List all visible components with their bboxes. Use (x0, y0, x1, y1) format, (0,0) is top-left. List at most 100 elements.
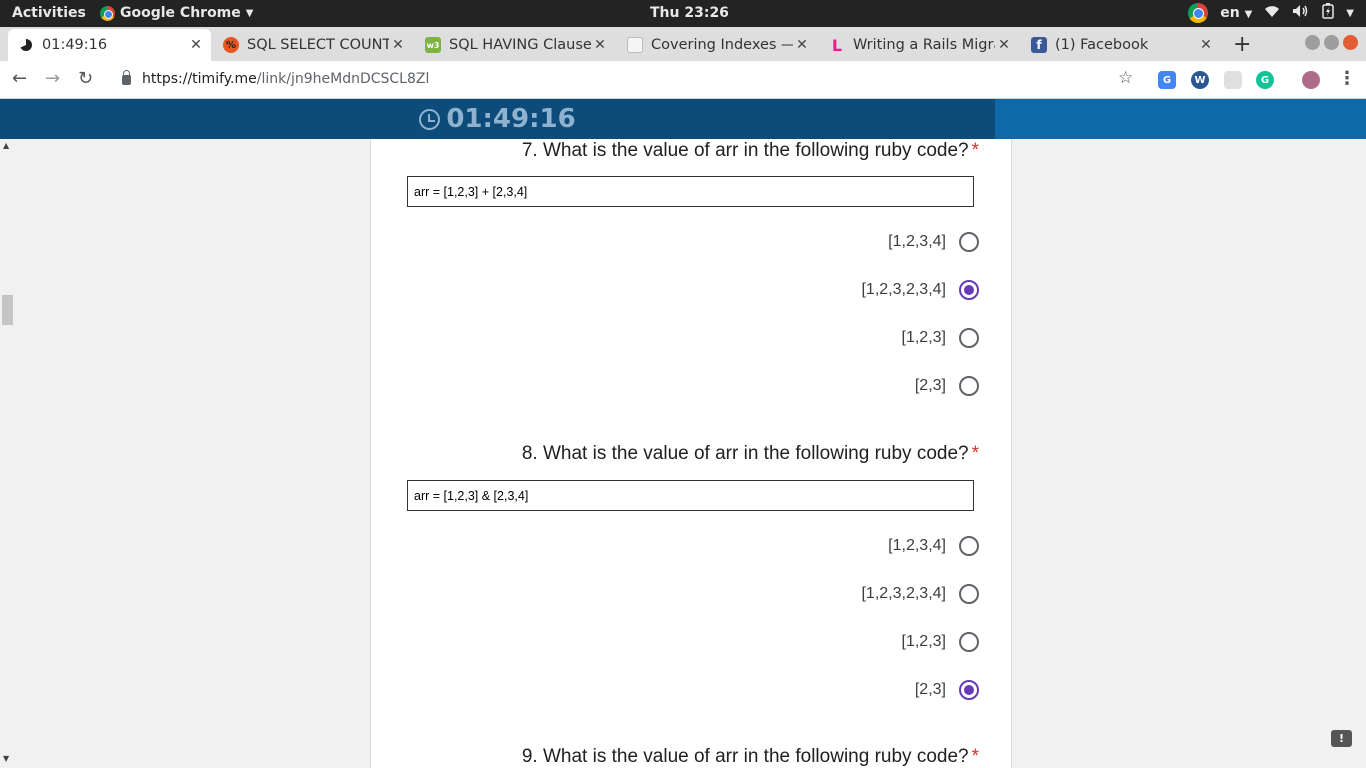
radio-button-selected[interactable] (959, 280, 979, 300)
option-label: [2,3] (914, 681, 946, 698)
tab-title: (1) Facebook (1055, 37, 1149, 53)
back-arrow-icon[interactable]: ← (12, 68, 27, 89)
app-menu[interactable]: Google Chrome ▼ (100, 5, 253, 21)
radio-button[interactable] (959, 376, 979, 396)
close-icon[interactable]: ✕ (793, 37, 811, 53)
answer-option[interactable]: [1,2,3,4] (888, 230, 979, 254)
google-translate-icon[interactable]: G (1158, 71, 1176, 89)
chevron-down-icon: ▼ (245, 7, 254, 19)
timer-bar: 01:49:16 (0, 99, 995, 139)
wifi-icon[interactable] (1264, 4, 1280, 22)
answer-option[interactable]: [1,2,3,4] (888, 534, 979, 558)
answer-option[interactable]: [1,2,3,2,3,4] (861, 278, 979, 302)
close-window-button[interactable] (1343, 35, 1358, 50)
option-label: [2,3] (914, 377, 946, 394)
close-icon[interactable]: ✕ (995, 37, 1013, 53)
option-label: [1,2,3,2,3,4] (861, 585, 946, 602)
tab-facebook[interactable]: f (1) Facebook ✕ (1021, 29, 1221, 61)
required-mark: * (971, 140, 979, 161)
radio-button-selected[interactable] (959, 680, 979, 700)
timer-favicon-icon (18, 37, 34, 53)
radio-button[interactable] (959, 584, 979, 604)
option-label: [1,2,3,2,3,4] (861, 281, 946, 298)
tab-title: Covering Indexes — (651, 37, 793, 53)
option-label: [1,2,3,4] (888, 233, 946, 250)
close-icon[interactable]: ✕ (389, 37, 407, 53)
activities-button[interactable]: Activities (12, 5, 86, 21)
tab-sql-having[interactable]: w3 SQL HAVING Clause ✕ (415, 29, 615, 61)
reload-icon[interactable]: ↻ (78, 68, 93, 89)
radio-button[interactable] (959, 632, 979, 652)
answer-option[interactable]: [2,3] (915, 374, 979, 398)
document-favicon-icon (627, 37, 643, 53)
battery-icon[interactable] (1322, 3, 1335, 23)
radio-button[interactable] (959, 536, 979, 556)
timer-bar-extension (995, 99, 1366, 139)
code-snippet: arr = [1,2,3] + [2,3,4] (407, 176, 974, 207)
extension-w-icon[interactable]: W (1191, 71, 1209, 89)
timer-value: 01:49:16 (446, 104, 576, 134)
answer-option[interactable]: [1,2,3,2,3,4] (861, 582, 979, 606)
system-menu-arrow-icon[interactable]: ▼ (1346, 8, 1354, 19)
w3resource-favicon-icon: % (223, 37, 239, 53)
tab-title: Writing a Rails Migra (853, 37, 995, 53)
question-title: 8. What is the value of arr in the follo… (521, 443, 979, 464)
chevron-down-icon: ▼ (1244, 9, 1253, 20)
facebook-favicon-icon: f (1031, 37, 1047, 53)
code-snippet: arr = [1,2,3] & [2,3,4] (407, 480, 974, 511)
scrollbar-thumb[interactable] (2, 295, 13, 325)
rails-favicon-icon: L (831, 35, 843, 55)
close-icon[interactable]: ✕ (591, 37, 609, 53)
grammarly-icon[interactable]: G (1256, 71, 1274, 89)
forward-arrow-icon[interactable]: → (45, 68, 60, 89)
question-title: 7. What is the value of arr in the follo… (521, 140, 979, 161)
tab-covering-indexes[interactable]: Covering Indexes — ✕ (617, 29, 817, 61)
option-label: [1,2,3] (901, 329, 946, 346)
close-icon[interactable]: ✕ (1197, 37, 1215, 53)
feedback-button[interactable]: ! (1331, 730, 1352, 747)
app-menu-label: Google Chrome (120, 5, 241, 21)
lock-icon (122, 70, 131, 85)
url-path: /link/jn9heMdnDCSCL8Zl (256, 71, 430, 87)
scroll-down-arrow-icon[interactable]: ▼ (3, 754, 9, 763)
scroll-up-arrow-icon[interactable]: ▲ (3, 141, 9, 150)
option-label: [1,2,3] (901, 633, 946, 650)
extension-grid-icon[interactable] (1224, 71, 1242, 89)
clock-icon (419, 108, 441, 130)
browser-toolbar: ← → ↻ https://timify.me/link/jn9heMdnDCS… (0, 61, 1366, 99)
required-mark: * (971, 443, 979, 464)
window-controls (1305, 35, 1358, 50)
chrome-tray-icon[interactable] (1188, 3, 1209, 23)
maximize-button[interactable] (1324, 35, 1339, 50)
address-bar[interactable]: https://timify.me/link/jn9heMdnDCSCL8Zl (122, 70, 430, 87)
answer-option[interactable]: [2,3] (915, 678, 979, 702)
avatar[interactable] (1302, 71, 1320, 89)
question-title: 9. What is the value of arr in the follo… (521, 746, 979, 767)
tab-timer[interactable]: 01:49:16 ✕ (8, 29, 211, 61)
required-mark: * (971, 746, 979, 767)
tab-title: 01:49:16 (42, 37, 108, 53)
radio-button[interactable] (959, 232, 979, 252)
language-indicator[interactable]: en ▼ (1220, 5, 1252, 21)
new-tab-button[interactable]: + (1233, 32, 1251, 57)
chrome-icon (100, 5, 115, 21)
radio-button[interactable] (959, 328, 979, 348)
system-clock[interactable]: Thu 23:26 (650, 5, 729, 21)
tab-sql-select-count[interactable]: % SQL SELECT COUNT, ✕ (213, 29, 413, 61)
tab-rails-migration[interactable]: L Writing a Rails Migra ✕ (819, 29, 1019, 61)
url-host: https://timify.me (142, 71, 257, 87)
option-label: [1,2,3,4] (888, 537, 946, 554)
volume-icon[interactable] (1292, 4, 1310, 22)
tab-title: SQL SELECT COUNT, (247, 37, 389, 53)
tab-strip: 01:49:16 ✕ % SQL SELECT COUNT, ✕ w3 SQL … (0, 27, 1366, 61)
system-top-bar: Activities Google Chrome ▼ Thu 23:26 en … (0, 0, 1366, 27)
bookmark-star-icon[interactable]: ☆ (1118, 68, 1133, 88)
w3schools-favicon-icon: w3 (425, 37, 441, 53)
minimize-button[interactable] (1305, 35, 1320, 50)
answer-option[interactable]: [1,2,3] (902, 326, 979, 350)
tab-title: SQL HAVING Clause (449, 37, 591, 53)
quiz-card: 7. What is the value of arr in the follo… (370, 139, 1012, 768)
answer-option[interactable]: [1,2,3] (902, 630, 979, 654)
menu-kebab-icon[interactable]: ⋮ (1338, 68, 1356, 89)
close-icon[interactable]: ✕ (187, 37, 205, 53)
